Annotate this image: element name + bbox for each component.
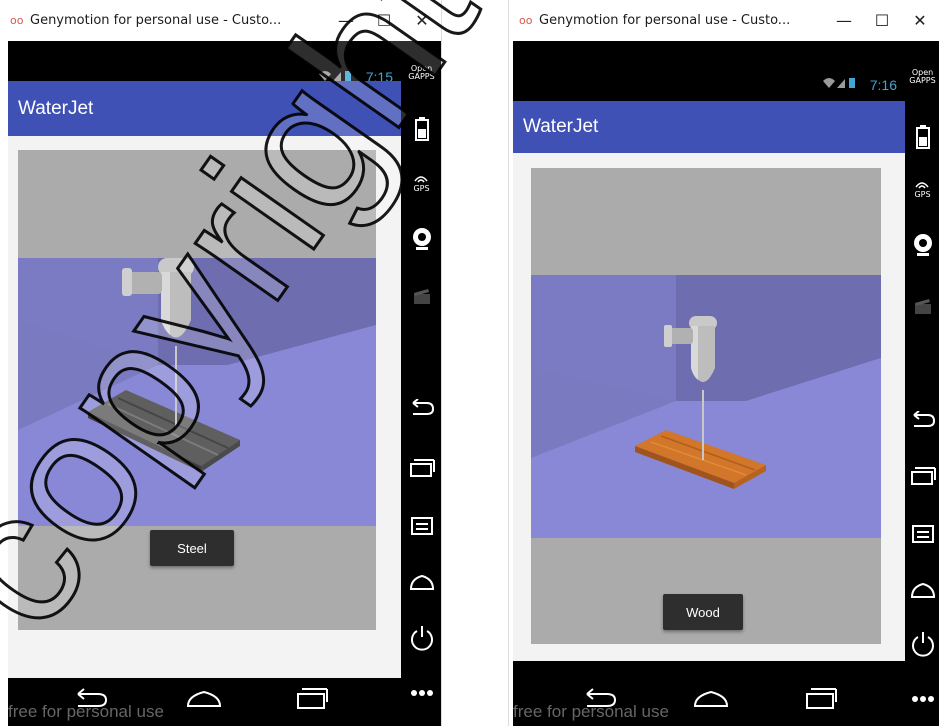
material-button[interactable]: Steel: [150, 530, 234, 566]
genymotion-sidebar: Open GAPPS GPS: [905, 41, 939, 726]
opengapps-icon[interactable]: Open GAPPS: [905, 69, 939, 85]
status-bar: 7:15: [8, 41, 401, 85]
watermark-text: free for personal use: [513, 702, 669, 721]
window-title: Genymotion for personal use - Custo...: [30, 13, 282, 28]
emulator-window-left: oo Genymotion for personal use - Custo..…: [0, 0, 442, 726]
scene-render: [531, 168, 881, 644]
status-bar: 7:16: [513, 41, 905, 93]
signal-wifi-battery-icon: [823, 78, 855, 88]
main-content: Steel: [8, 136, 401, 678]
battery-icon[interactable]: [401, 117, 441, 141]
window-title: Genymotion for personal use - Custo...: [539, 13, 791, 28]
genymotion-logo-icon: oo: [10, 14, 24, 27]
gps-label: GPS: [914, 190, 931, 199]
recents-icon[interactable]: [401, 459, 441, 477]
app-title: WaterJet: [18, 97, 94, 119]
home-icon[interactable]: [401, 573, 441, 591]
menu-icon[interactable]: [905, 525, 939, 543]
power-icon[interactable]: [905, 631, 939, 657]
emulator-window-right: oo Genymotion for personal use - Custo..…: [508, 0, 939, 726]
video-clapper-icon[interactable]: [401, 287, 441, 305]
app-bar: WaterJet: [8, 81, 401, 136]
material-button[interactable]: Wood: [663, 594, 743, 630]
close-button[interactable]: ✕: [403, 11, 441, 30]
recents-icon[interactable]: [294, 686, 330, 710]
back-icon[interactable]: [401, 399, 441, 417]
maximize-button[interactable]: ☐: [365, 11, 403, 30]
app-title: WaterJet: [523, 116, 599, 137]
maximize-button[interactable]: ☐: [863, 11, 901, 30]
app-bar: WaterJet: [513, 101, 905, 153]
window-titlebar[interactable]: oo Genymotion for personal use - Custo..…: [0, 0, 441, 41]
webcam-icon[interactable]: [905, 233, 939, 257]
window-titlebar[interactable]: oo Genymotion for personal use - Custo..…: [509, 0, 939, 41]
android-nav-bar: free for personal use: [8, 678, 401, 726]
status-time: 7:16: [869, 77, 897, 93]
gapps-line2: GAPPS: [408, 72, 435, 81]
gps-label: GPS: [413, 184, 430, 193]
home-icon[interactable]: [184, 686, 224, 710]
minimize-button[interactable]: —: [327, 11, 365, 30]
battery-icon[interactable]: [905, 125, 939, 149]
main-content: Wood: [513, 153, 905, 661]
genymotion-logo-icon: oo: [519, 14, 533, 27]
minimize-button[interactable]: —: [825, 11, 863, 30]
video-clapper-icon[interactable]: [905, 297, 939, 315]
recents-icon[interactable]: [905, 467, 939, 485]
watermark-text: free for personal use: [8, 702, 164, 721]
menu-icon[interactable]: [401, 517, 441, 535]
gps-icon[interactable]: GPS: [905, 181, 939, 199]
back-icon[interactable]: [905, 411, 939, 429]
genymotion-sidebar: Open GAPPS GPS: [401, 41, 441, 726]
more-icon[interactable]: [905, 695, 939, 703]
opengapps-icon[interactable]: Open GAPPS: [401, 65, 441, 81]
close-button[interactable]: ✕: [901, 11, 939, 30]
gapps-line2: GAPPS: [909, 76, 936, 85]
home-icon[interactable]: [691, 686, 731, 710]
more-icon[interactable]: [401, 689, 441, 697]
android-screen: 7:16 WaterJet Wood free for personal use: [513, 41, 905, 726]
power-icon[interactable]: [401, 625, 441, 651]
recents-icon[interactable]: [803, 686, 839, 710]
waterjet-3d-scene[interactable]: [531, 168, 881, 644]
home-icon[interactable]: [905, 581, 939, 599]
android-screen: 7:15 WaterJet Steel free for personal us…: [8, 41, 401, 726]
android-nav-bar: free for personal use: [513, 678, 905, 726]
webcam-icon[interactable]: [401, 227, 441, 251]
gps-icon[interactable]: GPS: [401, 175, 441, 193]
